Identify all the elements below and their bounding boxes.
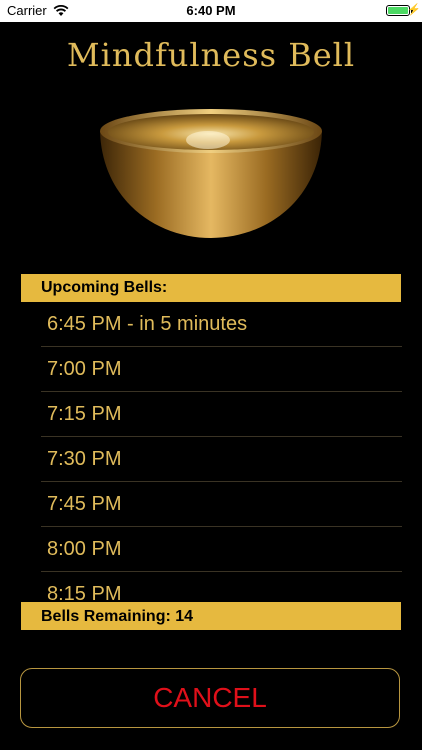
list-item[interactable]: 7:15 PM [41, 392, 402, 437]
bell-time: 7:30 PM [47, 448, 122, 470]
app-title: Mindfulness Bell [66, 36, 356, 74]
bell-time: 7:00 PM [47, 358, 122, 380]
bell-time: 6:45 PM - in 5 minutes [47, 313, 248, 335]
cancel-button[interactable]: CANCEL [20, 668, 400, 728]
bell-time: 7:15 PM [47, 403, 122, 425]
upcoming-bells-list[interactable]: 6:45 PM - in 5 minutes 7:00 PM 7:15 PM 7… [20, 302, 402, 602]
status-bar: Carrier 6:40 PM ⚡ [0, 0, 422, 22]
upcoming-bells-header-label: Upcoming Bells: [41, 279, 168, 296]
cancel-button-label: CANCEL [153, 682, 267, 713]
list-item[interactable]: 7:00 PM [41, 347, 402, 392]
charging-bolt-icon: ⚡ [407, 4, 421, 16]
list-item[interactable]: 7:30 PM [41, 437, 402, 482]
status-time: 6:40 PM [186, 3, 236, 18]
list-item[interactable]: 6:45 PM - in 5 minutes [41, 302, 402, 347]
bells-remaining-bar: Bells Remaining: 14 [21, 602, 401, 630]
list-item[interactable]: 7:45 PM [41, 482, 402, 527]
list-item[interactable]: 8:15 PM [41, 572, 402, 602]
bell-time: 8:00 PM [47, 538, 122, 560]
bell-time: 7:45 PM [47, 493, 122, 515]
list-item[interactable]: 8:00 PM [41, 527, 402, 572]
singing-bowl-image [100, 109, 322, 238]
bells-remaining-label: Bells Remaining: 14 [41, 608, 194, 625]
bell-time: 8:15 PM [47, 583, 122, 602]
upcoming-bells-header: Upcoming Bells: [21, 274, 401, 302]
